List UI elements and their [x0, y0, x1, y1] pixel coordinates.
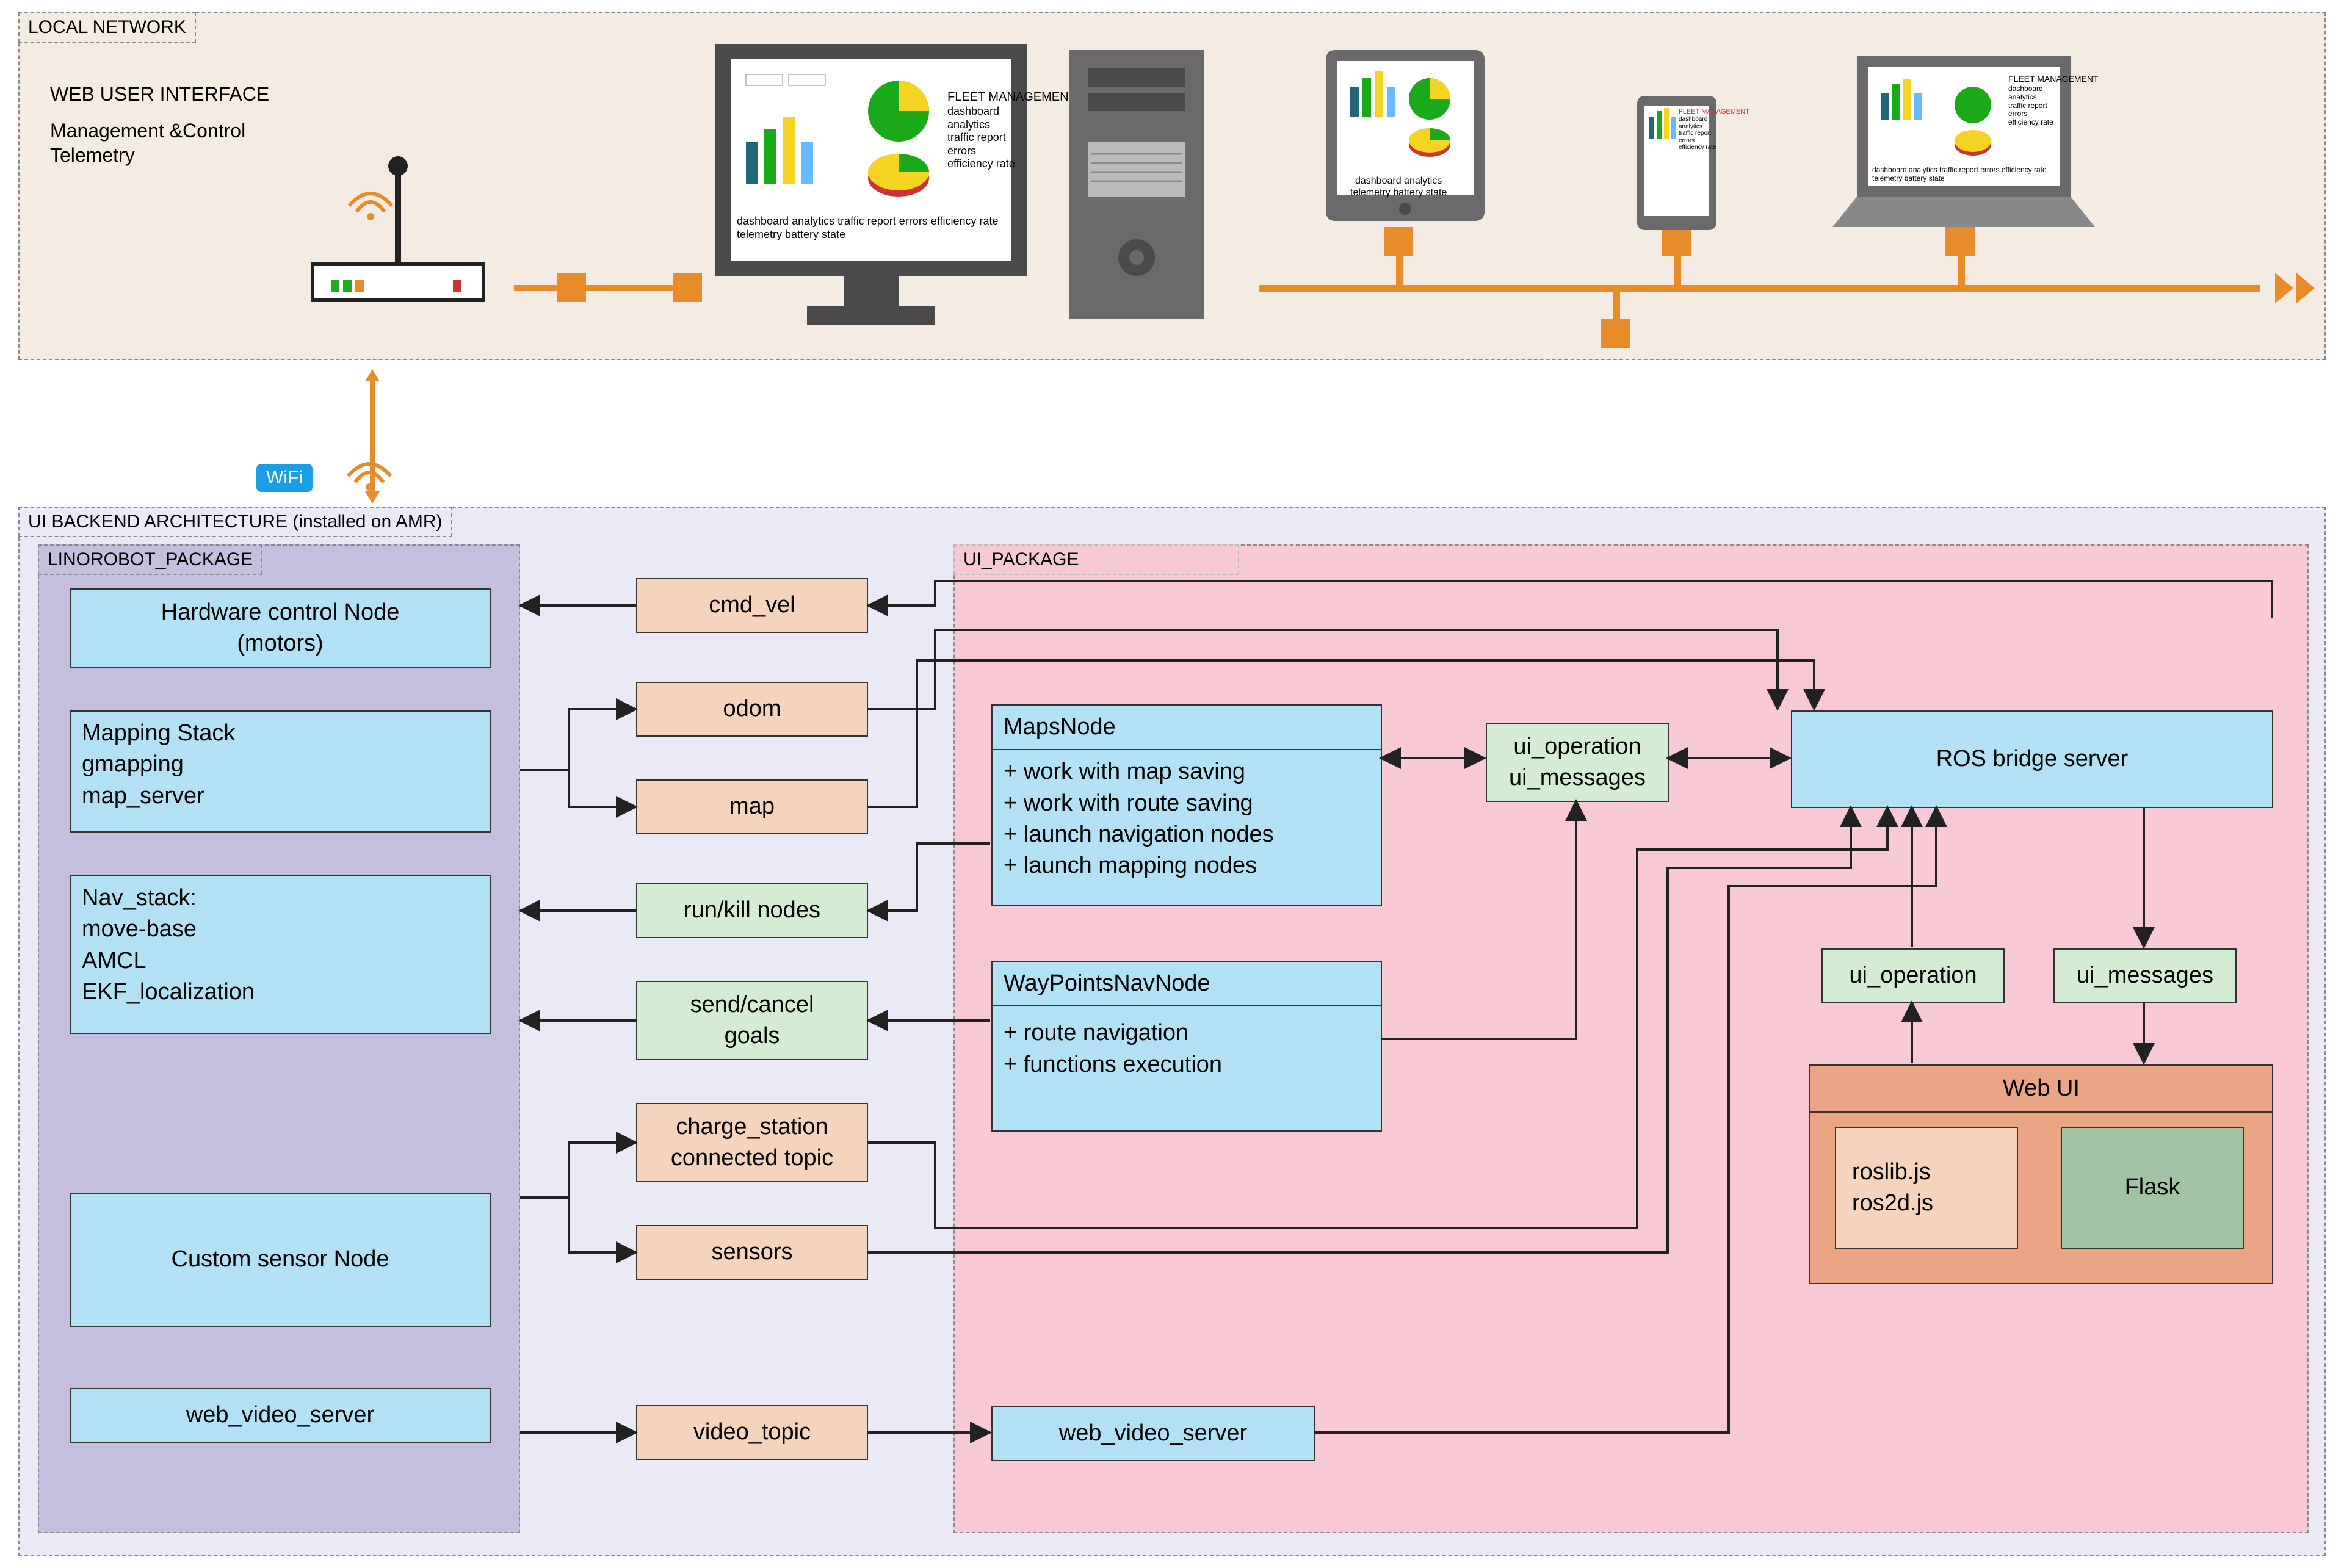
monitor-footer: dashboard analytics traffic report error…	[737, 215, 999, 241]
monitor-fleet-items: dashboard analytics traffic report error…	[947, 105, 1015, 171]
network-link-icon	[514, 285, 691, 291]
monitor-icon	[709, 38, 1033, 331]
laptop-fleet-title: FLEET MANAGEMENT	[2008, 74, 2099, 84]
wifi-icon	[342, 452, 397, 494]
arrow-right-icon	[2254, 267, 2315, 309]
local-network-panel: LOCAL NETWORK WEB USER INTERFACE Managem…	[18, 12, 2326, 360]
router-icon	[300, 154, 496, 325]
web-ui-heading: WEB USER INTERFACE	[50, 81, 269, 108]
phone-fleet-title: FLEET MANAGEMENT	[1679, 108, 1749, 115]
wifi-tag: WiFi	[256, 464, 313, 492]
ui-backend-panel: UI BACKEND ARCHITECTURE (installed on AM…	[18, 507, 2326, 1556]
network-drop-icon	[1674, 239, 1681, 288]
laptop-items: dashboard analytics traffic report error…	[2008, 85, 2053, 127]
network-node-icon	[1601, 319, 1630, 348]
web-ui-sub1: Management &Control	[50, 117, 245, 145]
wifi-icon	[343, 181, 398, 224]
laptop-footer: dashboard analytics traffic report error…	[1872, 166, 2047, 183]
local-network-title: LOCAL NETWORK	[18, 12, 196, 43]
web-ui-sub2: Telemetry	[50, 142, 135, 169]
server-icon	[1057, 44, 1216, 331]
network-drop-icon	[1958, 239, 1965, 288]
tablet-caption: dashboard analytics telemetry battery st…	[1350, 175, 1447, 198]
network-node-icon	[673, 273, 702, 302]
network-bus-icon	[1259, 285, 2260, 292]
tablet-icon	[1320, 44, 1491, 227]
network-drop-icon	[1396, 239, 1403, 288]
connectors	[20, 508, 2327, 1558]
phone-items: dashboard analytics traffic report error…	[1679, 116, 1716, 151]
